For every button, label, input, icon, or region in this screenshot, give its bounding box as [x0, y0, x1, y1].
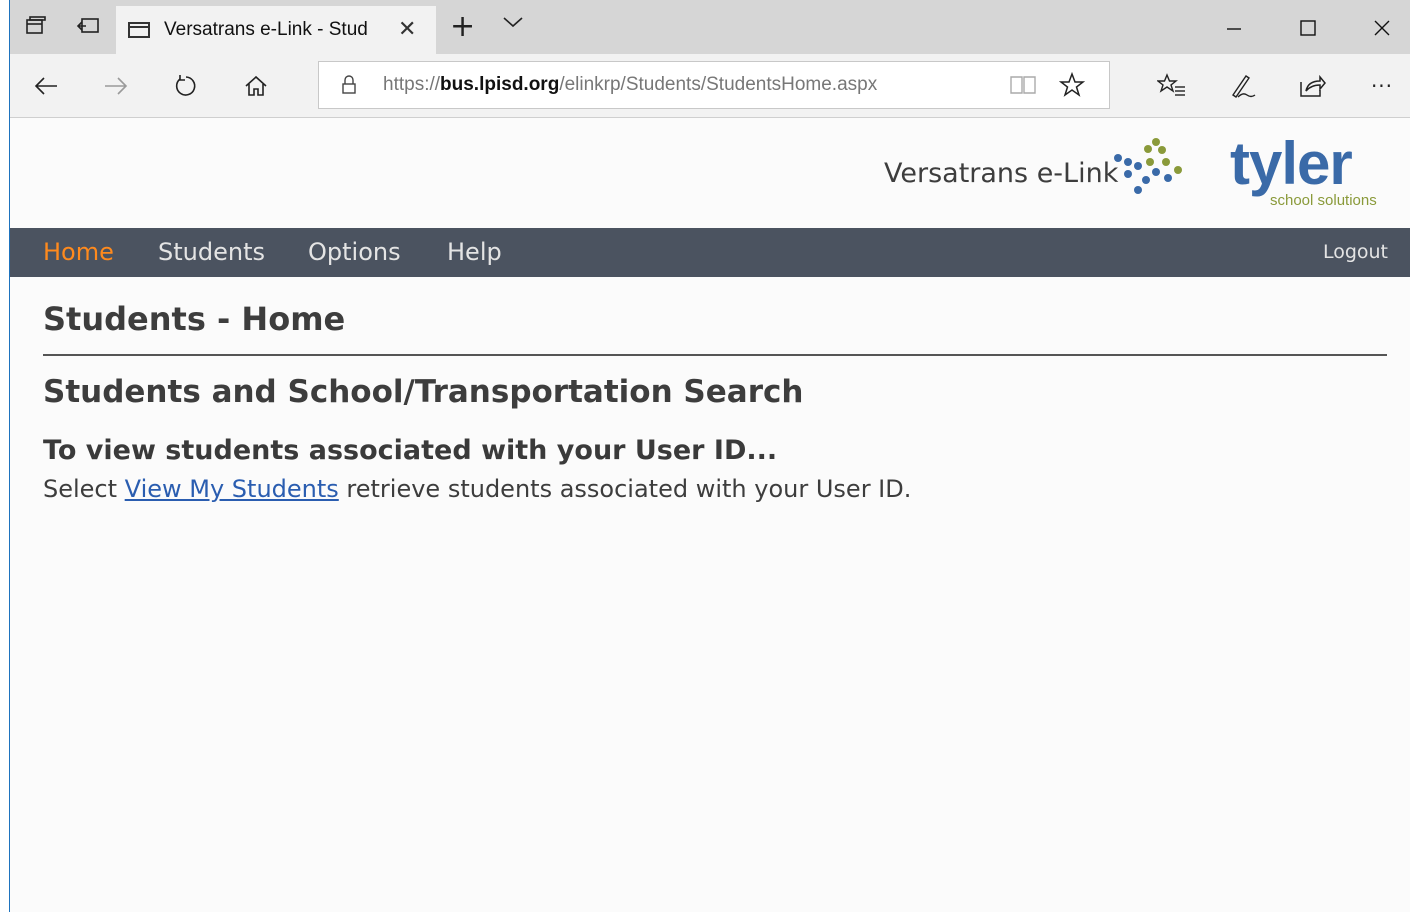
- active-tab[interactable]: Versatrans e-Link - Stud ✕: [116, 6, 436, 54]
- url-text[interactable]: https://bus.lpisd.org/elinkrp/Students/S…: [383, 74, 877, 96]
- set-aside-tabs-icon[interactable]: [70, 8, 106, 44]
- pen-icon[interactable]: [1224, 68, 1260, 104]
- tab-strip: Versatrans e-Link - Stud ✕ +: [10, 0, 1410, 54]
- tab-preview-icon[interactable]: [18, 8, 54, 44]
- site-title: Versatrans e-Link: [884, 158, 1119, 189]
- page-icon: [128, 22, 150, 38]
- favorites-hub-icon[interactable]: [1154, 68, 1190, 104]
- maximize-icon[interactable]: [1288, 10, 1328, 46]
- url-path: /elinkrp/Students/StudentsHome.aspx: [559, 74, 878, 95]
- menu-item-options[interactable]: Options: [308, 238, 401, 266]
- url-scheme: https://: [383, 74, 441, 95]
- more-icon[interactable]: ···: [1364, 68, 1400, 104]
- instruction-heading: To view students associated with your Us…: [43, 435, 778, 466]
- close-window-icon[interactable]: [1362, 10, 1402, 46]
- site-header: Versatrans e-Link tyler school solutions: [10, 118, 1410, 228]
- menu-item-help[interactable]: Help: [447, 238, 502, 266]
- main-menu: Home Students Options Help Logout: [10, 228, 1410, 277]
- new-tab-button[interactable]: +: [450, 12, 475, 42]
- lock-icon: [341, 75, 357, 99]
- home-icon[interactable]: [238, 68, 274, 104]
- back-icon[interactable]: [28, 68, 64, 104]
- menu-item-students[interactable]: Students: [158, 238, 265, 266]
- view-my-students-link[interactable]: View My Students: [125, 475, 339, 503]
- logout-link[interactable]: Logout: [1323, 241, 1388, 263]
- tab-title: Versatrans e-Link - Stud: [164, 19, 368, 40]
- instruction-suffix: retrieve students associated with your U…: [338, 475, 912, 503]
- favorite-star-icon[interactable]: [1058, 71, 1086, 102]
- menu-item-home[interactable]: Home: [43, 238, 114, 266]
- instruction-prefix: Select: [43, 475, 125, 503]
- share-icon[interactable]: [1294, 68, 1330, 104]
- refresh-icon[interactable]: [168, 68, 204, 104]
- browser-window: Versatrans e-Link - Stud ✕ + https://bus…: [0, 0, 1410, 912]
- url-host: bus.lpisd.org: [440, 74, 560, 95]
- section-title: Students and School/Transportation Searc…: [43, 374, 804, 410]
- tyler-logo: tyler school solutions: [1110, 134, 1410, 214]
- instruction-text: Select View My Students retrieve student…: [43, 475, 911, 503]
- dots-logo-icon: [1114, 138, 1182, 194]
- reading-view-icon[interactable]: [1009, 74, 1037, 100]
- web-page: Versatrans e-Link tyler school solutions…: [10, 118, 1410, 912]
- chevron-down-icon[interactable]: [502, 14, 524, 33]
- page-title: Students - Home: [43, 300, 346, 338]
- minimize-icon[interactable]: [1214, 10, 1254, 46]
- forward-icon[interactable]: [98, 68, 134, 104]
- logo-wordmark: tyler: [1230, 130, 1353, 197]
- close-tab-icon[interactable]: ✕: [398, 19, 416, 41]
- logo-tagline: school solutions: [1270, 192, 1377, 209]
- title-divider: [43, 354, 1387, 356]
- address-bar[interactable]: https://bus.lpisd.org/elinkrp/Students/S…: [318, 61, 1110, 109]
- navigation-bar: https://bus.lpisd.org/elinkrp/Students/S…: [10, 54, 1410, 118]
